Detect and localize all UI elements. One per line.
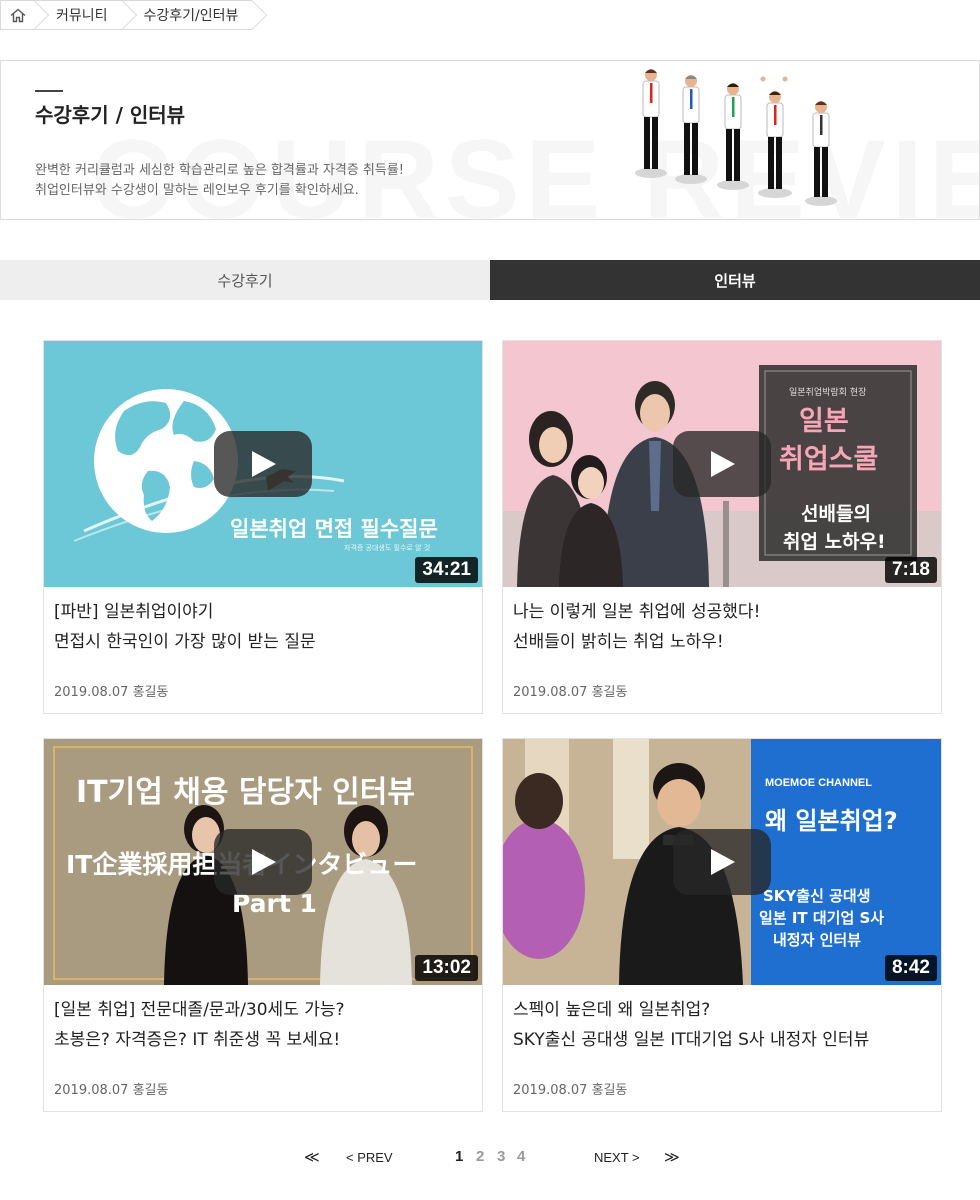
video-card[interactable]: 일본취업박람회 현장 일본 취업스쿨 선배들의 취업 노하우! 7:18 나는 … [502, 340, 942, 714]
video-meta: 2019.08.07 홍길동 [54, 681, 168, 700]
video-meta: 2019.08.07 홍길동 [513, 1079, 627, 1098]
video-card[interactable]: 일본취업 면접 필수질문 자격증 공대생도 필수로 알 것 34:21 [파반]… [43, 340, 483, 714]
video-card[interactable]: MOEMOE CHANNEL 왜 일본취업? SKY출신 공대생 일본 IT 대… [502, 738, 942, 1112]
video-duration: 7:18 [884, 557, 937, 583]
thumb-caption-3: 선배들의 [801, 503, 871, 525]
video-title-line1: [파반] 일본취업이야기 [54, 602, 214, 622]
thumb-caption-1: IT기업 채용 담당자 인터뷰 [76, 775, 415, 810]
thumb-small-caption: 일본취업박람회 현장 [789, 388, 867, 398]
page-number-1[interactable]: 1 [455, 1148, 463, 1165]
banner-desc-line1: 완벽한 커리큘럼과 세심한 학습관리로 높은 합격률과 자격증 취득률! [35, 163, 405, 178]
play-icon[interactable] [673, 431, 771, 497]
video-date: 2019.08.07 [513, 685, 588, 700]
thumb-caption-4: 취업 노하우! [783, 531, 886, 553]
video-meta: 2019.08.07 홍길동 [513, 681, 627, 700]
page-number-4[interactable]: 4 [517, 1148, 525, 1165]
play-icon[interactable] [673, 829, 771, 895]
business-people-illustration [635, 69, 837, 206]
video-duration: 34:21 [415, 557, 478, 583]
video-title-line1: 스펙이 높은데 왜 일본취업? [513, 1000, 711, 1020]
video-title-line2: SKY출신 공대생 일본 IT대기업 S사 내정자 인터뷰 [513, 1030, 870, 1050]
thumb-caption-2: 취업스쿨 [779, 444, 879, 475]
breadcrumb-review-interview[interactable]: 수강후기/인터뷰 [121, 0, 268, 30]
video-title[interactable]: 나는 이렇게 일본 취업에 성공했다! 선배들이 밝히는 취업 노하우! [513, 597, 933, 657]
video-card[interactable]: IT기업 채용 담당자 인터뷰 IT企業採用担当者インタビュー Part 1 1… [43, 738, 483, 1112]
video-date: 2019.08.07 [513, 1083, 588, 1098]
page-title: 수강후기 / 인터뷰 [35, 103, 186, 127]
video-duration: 8:42 [884, 955, 937, 981]
video-title[interactable]: [파반] 일본취업이야기 면접시 한국인이 가장 많이 받는 질문 [54, 597, 474, 657]
video-title-line1: [일본 취업] 전문대졸/문과/30세도 가능? [54, 1000, 345, 1020]
tab-course-review[interactable]: 수강후기 [0, 260, 490, 300]
page-banner: COURSE REVIEW 수강후기 / 인터뷰 완벽한 커리큘럼과 세심한 학… [0, 60, 980, 220]
banner-description: 완벽한 커리큘럼과 세심한 학습관리로 높은 합격률과 자격증 취득률! 취업인… [35, 161, 404, 201]
video-thumbnail[interactable]: MOEMOE CHANNEL 왜 일본취업? SKY출신 공대생 일본 IT 대… [503, 739, 941, 985]
video-date: 2019.08.07 [54, 685, 129, 700]
play-icon[interactable] [214, 829, 312, 895]
video-duration: 13:02 [415, 955, 478, 981]
breadcrumb-review-interview-label: 수강후기/인터뷰 [143, 8, 239, 24]
video-author: 홍길동 [591, 1083, 628, 1098]
review-tabs: 수강후기 인터뷰 [0, 260, 980, 300]
thumb-caption: 일본취업 면접 필수질문 [230, 517, 438, 541]
next-page-button[interactable]: NEXT > [594, 1150, 640, 1165]
first-page-button[interactable]: ≪ [304, 1148, 320, 1166]
video-title-line2: 선배들이 밝히는 취업 노하우! [513, 632, 724, 652]
video-title[interactable]: 스펙이 높은데 왜 일본취업? SKY출신 공대생 일본 IT대기업 S사 내정… [513, 995, 933, 1055]
thumb-subcaption: 자격증 공대생도 필수로 알 것 [344, 544, 431, 552]
breadcrumb: 커뮤니티 수강후기/인터뷰 [0, 0, 268, 30]
thumb-caption-1: 왜 일본취업? [765, 807, 898, 835]
tab-interview[interactable]: 인터뷰 [490, 260, 980, 300]
video-title-line2: 면접시 한국인이 가장 많이 받는 질문 [54, 632, 316, 652]
thumb-caption-1: 일본 [799, 406, 849, 437]
thumb-channel: MOEMOE CHANNEL [765, 777, 872, 789]
breadcrumb-community-label: 커뮤니티 [56, 8, 108, 24]
video-title[interactable]: [일본 취업] 전문대졸/문과/30세도 가능? 초봉은? 자격증은? IT 취… [54, 995, 474, 1055]
video-thumbnail[interactable]: 일본취업 면접 필수질문 자격증 공대생도 필수로 알 것 34:21 [44, 341, 482, 587]
breadcrumb-home[interactable] [0, 0, 49, 30]
video-author: 홍길동 [591, 685, 628, 700]
video-date: 2019.08.07 [54, 1083, 129, 1098]
thumb-caption-2: SKY출신 공대생 [763, 887, 871, 905]
page-number-2[interactable]: 2 [476, 1148, 484, 1165]
play-icon[interactable] [214, 431, 312, 497]
home-icon [10, 8, 25, 22]
prev-page-button[interactable]: < PREV [346, 1150, 393, 1165]
page-number-3[interactable]: 3 [497, 1148, 505, 1165]
video-author: 홍길동 [132, 1083, 169, 1098]
video-thumbnail[interactable]: IT기업 채용 담당자 인터뷰 IT企業採用担当者インタビュー Part 1 1… [44, 739, 482, 985]
thumb-caption-3: 일본 IT 대기업 S사 [759, 909, 885, 927]
video-title-line1: 나는 이렇게 일본 취업에 성공했다! [513, 602, 761, 622]
banner-accent-line [35, 90, 63, 92]
banner-desc-line2: 취업인터뷰와 수강생이 말하는 레인보우 후기를 확인하세요. [35, 183, 359, 198]
video-title-line2: 초봉은? 자격증은? IT 취준생 꼭 보세요! [54, 1030, 341, 1050]
pagination: ≪ < PREV 1 2 3 4 NEXT > ≫ [0, 1148, 980, 1172]
video-thumbnail[interactable]: 일본취업박람회 현장 일본 취업스쿨 선배들의 취업 노하우! 7:18 [503, 341, 941, 587]
video-author: 홍길동 [132, 685, 169, 700]
last-page-button[interactable]: ≫ [664, 1148, 680, 1166]
video-meta: 2019.08.07 홍길동 [54, 1079, 168, 1098]
thumb-caption-4: 내정자 인터뷰 [773, 931, 862, 949]
